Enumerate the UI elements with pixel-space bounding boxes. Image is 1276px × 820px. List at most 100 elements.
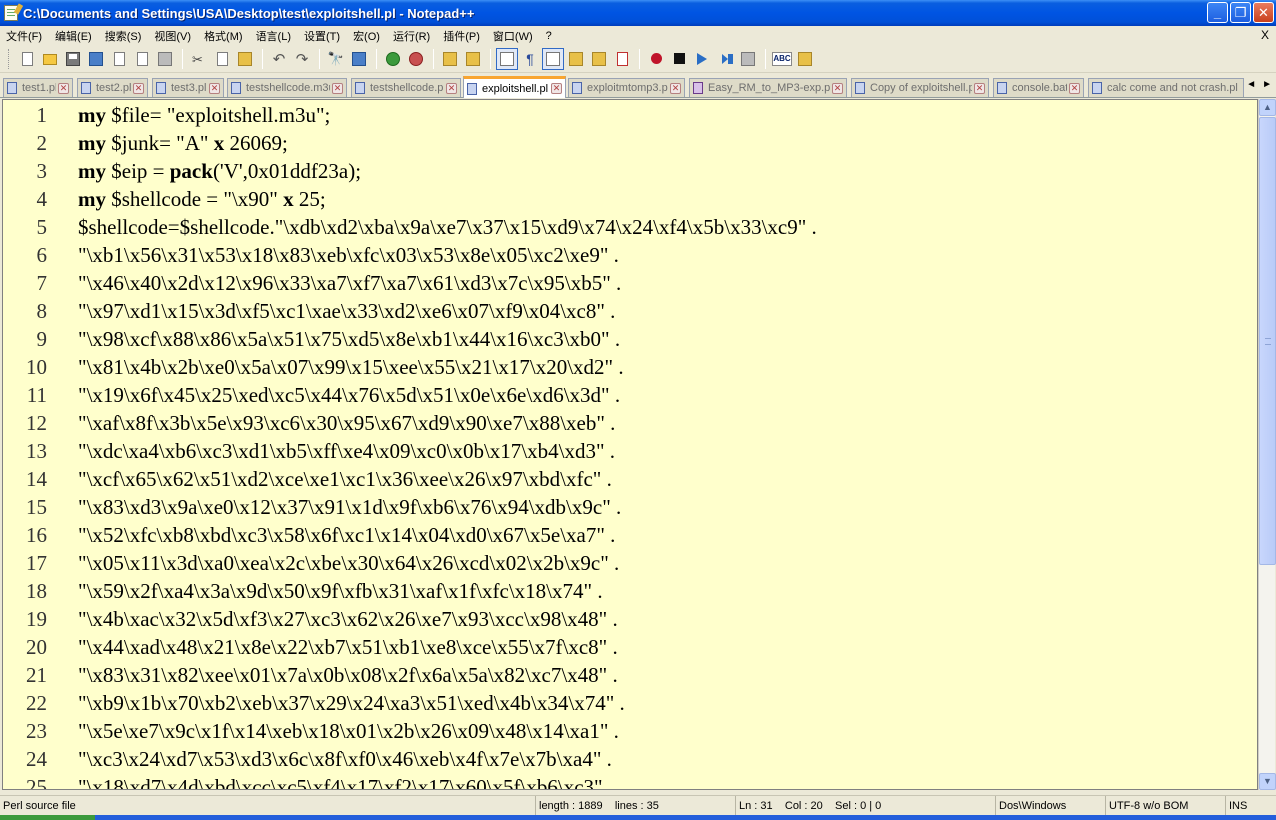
tab-copy-of-exploitshell[interactable]: Copy of exploitshell.pl ✕ bbox=[851, 78, 989, 97]
tab-test2[interactable]: test2.pl ✕ bbox=[77, 78, 148, 97]
paste-icon[interactable] bbox=[234, 48, 256, 70]
tab-console-bat[interactable]: console.bat ✕ bbox=[993, 78, 1084, 97]
menu-help[interactable]: ? bbox=[546, 30, 552, 42]
maximize-button[interactable]: ❐ bbox=[1230, 2, 1251, 23]
cut-icon[interactable]: ✂ bbox=[188, 48, 210, 70]
toolbar-separator bbox=[376, 48, 377, 69]
file-icon bbox=[572, 82, 582, 94]
copy-icon[interactable] bbox=[211, 48, 233, 70]
open-file-icon[interactable] bbox=[39, 48, 61, 70]
tab-close-icon[interactable]: ✕ bbox=[832, 82, 843, 94]
monitoring-icon[interactable] bbox=[611, 48, 633, 70]
tab-calc-come-and-not-crash[interactable]: calc come and not crash.pl bbox=[1088, 78, 1244, 97]
line-number: 19 bbox=[26, 607, 47, 631]
code-text: my $eip = pack('V',0x01ddf23a); bbox=[78, 157, 361, 185]
indent-guide-icon[interactable] bbox=[542, 47, 564, 70]
tab-exploitshell[interactable]: exploitshell.pl ✕ bbox=[463, 76, 566, 98]
tab-test3[interactable]: test3.pl ✕ bbox=[152, 78, 224, 97]
undo-icon[interactable]: ↶ bbox=[268, 48, 290, 70]
save-all-icon[interactable] bbox=[85, 48, 107, 70]
menu-search[interactable]: 搜索(S) bbox=[105, 28, 142, 44]
tab-testshellcode-pl[interactable]: testshellcode.pl ✕ bbox=[351, 78, 461, 97]
tab-scroll-left-icon[interactable]: ◄ bbox=[1246, 79, 1256, 90]
replace-icon[interactable] bbox=[348, 48, 370, 70]
tab-label: exploitmtomp3.pl bbox=[587, 82, 668, 94]
menu-file[interactable]: 文件(F) bbox=[6, 28, 42, 44]
tab-close-icon[interactable]: ✕ bbox=[974, 82, 985, 94]
vertical-scrollbar[interactable]: ▲ ▼ bbox=[1258, 99, 1276, 790]
tab-label: test1.pl bbox=[22, 82, 56, 94]
tab-close-icon[interactable]: ✕ bbox=[446, 82, 457, 94]
status-position: Ln : 31 Col : 20 Sel : 0 | 0 bbox=[735, 796, 995, 816]
code-text: "\x18\xd7\x4d\xbd\xcc\xc5\xf4\x17\xf2\x1… bbox=[78, 775, 603, 790]
spellcheck-icon[interactable]: ABC bbox=[771, 48, 793, 70]
window-title: C:\Documents and Settings\USA\Desktop\te… bbox=[23, 5, 475, 21]
redo-icon[interactable]: ↷ bbox=[291, 48, 313, 70]
code-token: ('V',0x01ddf23a); bbox=[212, 159, 362, 183]
tab-test1[interactable]: test1.pl ✕ bbox=[3, 78, 73, 97]
tab-easy-rm-to-mp3[interactable]: Easy_RM_to_MP3-exp.py ✕ bbox=[689, 78, 847, 97]
user-defined-dialog-icon[interactable] bbox=[565, 48, 587, 70]
notepadpp-app-icon[interactable] bbox=[4, 5, 18, 21]
tab-close-icon[interactable]: ✕ bbox=[332, 82, 343, 94]
scroll-up-icon[interactable]: ▲ bbox=[1259, 99, 1276, 116]
find-icon[interactable]: 🔭 bbox=[325, 48, 347, 70]
file-icon bbox=[1092, 82, 1102, 94]
menu-run[interactable]: 运行(R) bbox=[393, 28, 430, 44]
minimize-button[interactable]: _ bbox=[1207, 2, 1228, 23]
code-editor[interactable]: 1 my $file= "exploitshell.m3u"; 2 my $junk=… bbox=[2, 99, 1258, 790]
toolbar-separator bbox=[433, 48, 434, 69]
tab-close-icon[interactable]: ✕ bbox=[209, 82, 220, 94]
menu-macro[interactable]: 宏(O) bbox=[353, 28, 380, 44]
record-macro-icon[interactable] bbox=[645, 48, 667, 70]
tab-close-icon[interactable]: ✕ bbox=[1069, 82, 1080, 94]
keyword-token: x bbox=[213, 131, 225, 155]
menu-view[interactable]: 视图(V) bbox=[154, 28, 191, 44]
tab-label: calc come and not crash.pl bbox=[1107, 82, 1238, 94]
file-icon bbox=[467, 82, 477, 95]
function-list-icon[interactable] bbox=[588, 48, 610, 70]
menu-settings[interactable]: 设置(T) bbox=[304, 28, 340, 44]
tab-testshellcode-m3u[interactable]: testshellcode.m3u ✕ bbox=[227, 78, 347, 97]
close-document-button[interactable]: X bbox=[1261, 28, 1269, 42]
zoom-out-icon[interactable] bbox=[405, 48, 427, 70]
save-icon[interactable] bbox=[62, 48, 84, 70]
sync-vertical-icon[interactable] bbox=[439, 48, 461, 70]
menu-format[interactable]: 格式(M) bbox=[204, 28, 243, 44]
print-icon[interactable] bbox=[154, 48, 176, 70]
run-macro-multiple-icon[interactable] bbox=[714, 48, 736, 70]
tab-close-icon[interactable]: ✕ bbox=[551, 83, 562, 94]
new-file-icon[interactable] bbox=[16, 48, 38, 70]
sync-horizontal-icon[interactable] bbox=[462, 48, 484, 70]
close-all-icon[interactable] bbox=[131, 48, 153, 70]
toolbar-grip[interactable] bbox=[8, 48, 11, 69]
word-wrap-icon[interactable] bbox=[496, 47, 518, 70]
title-bar[interactable]: C:\Documents and Settings\USA\Desktop\te… bbox=[0, 0, 1276, 26]
menu-edit[interactable]: 编辑(E) bbox=[55, 28, 92, 44]
close-window-button[interactable]: ✕ bbox=[1253, 2, 1274, 23]
bookmark-tool-icon[interactable] bbox=[794, 48, 816, 70]
tab-close-icon[interactable]: ✕ bbox=[670, 82, 681, 94]
close-icon[interactable] bbox=[108, 48, 130, 70]
scrollbar-thumb[interactable] bbox=[1259, 117, 1276, 565]
menu-window[interactable]: 窗口(W) bbox=[493, 28, 533, 44]
tab-exploitmtomp3[interactable]: exploitmtomp3.pl ✕ bbox=[568, 78, 685, 97]
tab-scroll-right-icon[interactable]: ► bbox=[1262, 79, 1272, 90]
line-number: 12 bbox=[26, 411, 47, 435]
status-sel: Sel : 0 | 0 bbox=[835, 800, 882, 812]
code-text: "\x59\x2f\xa4\x3a\x9d\x50\x9f\xfb\x31\xa… bbox=[78, 579, 603, 603]
scroll-down-icon[interactable]: ▼ bbox=[1259, 773, 1276, 790]
toolbar-separator bbox=[490, 48, 491, 69]
menu-plugins[interactable]: 插件(P) bbox=[443, 28, 480, 44]
menu-language[interactable]: 语言(L) bbox=[256, 28, 291, 44]
zoom-in-icon[interactable] bbox=[382, 48, 404, 70]
play-macro-icon[interactable] bbox=[691, 48, 713, 70]
code-text: "\xcf\x65\x62\x51\xd2\xce\xe1\xc1\x36\xe… bbox=[78, 467, 612, 491]
stop-record-icon[interactable] bbox=[668, 48, 690, 70]
file-icon bbox=[355, 82, 365, 94]
tab-close-icon[interactable]: ✕ bbox=[133, 82, 144, 94]
save-macro-icon[interactable] bbox=[737, 48, 759, 70]
show-all-chars-icon[interactable]: ¶ bbox=[519, 48, 541, 70]
line-number: 25 bbox=[26, 775, 47, 790]
tab-close-icon[interactable]: ✕ bbox=[58, 82, 69, 94]
